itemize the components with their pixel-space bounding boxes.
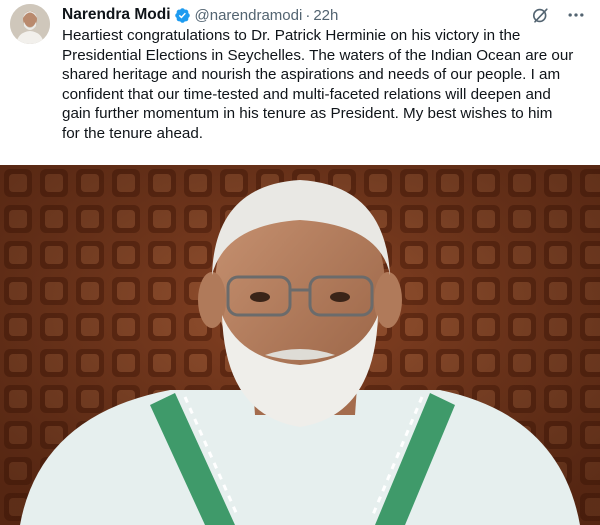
tweet-actions — [530, 5, 590, 25]
tweet-text: Heartiest congratulations to Dr. Patrick… — [62, 27, 574, 142]
author-handle[interactable]: @narendramodi — [195, 7, 303, 24]
tweet-photo[interactable] — [0, 165, 600, 525]
more-options-icon[interactable] — [566, 5, 586, 25]
tweet-card[interactable]: Narendra Modi @narendramodi · 22h Hearti… — [0, 0, 600, 525]
timestamp[interactable]: 22h — [313, 7, 338, 24]
separator-dot: · — [305, 6, 311, 24]
grok-icon[interactable] — [530, 5, 550, 25]
tweet-header: Narendra Modi @narendramodi · 22h — [62, 5, 590, 25]
avatar-image — [10, 4, 50, 44]
verified-badge-icon — [174, 7, 190, 23]
profile-avatar[interactable] — [10, 4, 50, 44]
author-name[interactable]: Narendra Modi — [62, 6, 171, 24]
photo-image — [0, 165, 600, 525]
